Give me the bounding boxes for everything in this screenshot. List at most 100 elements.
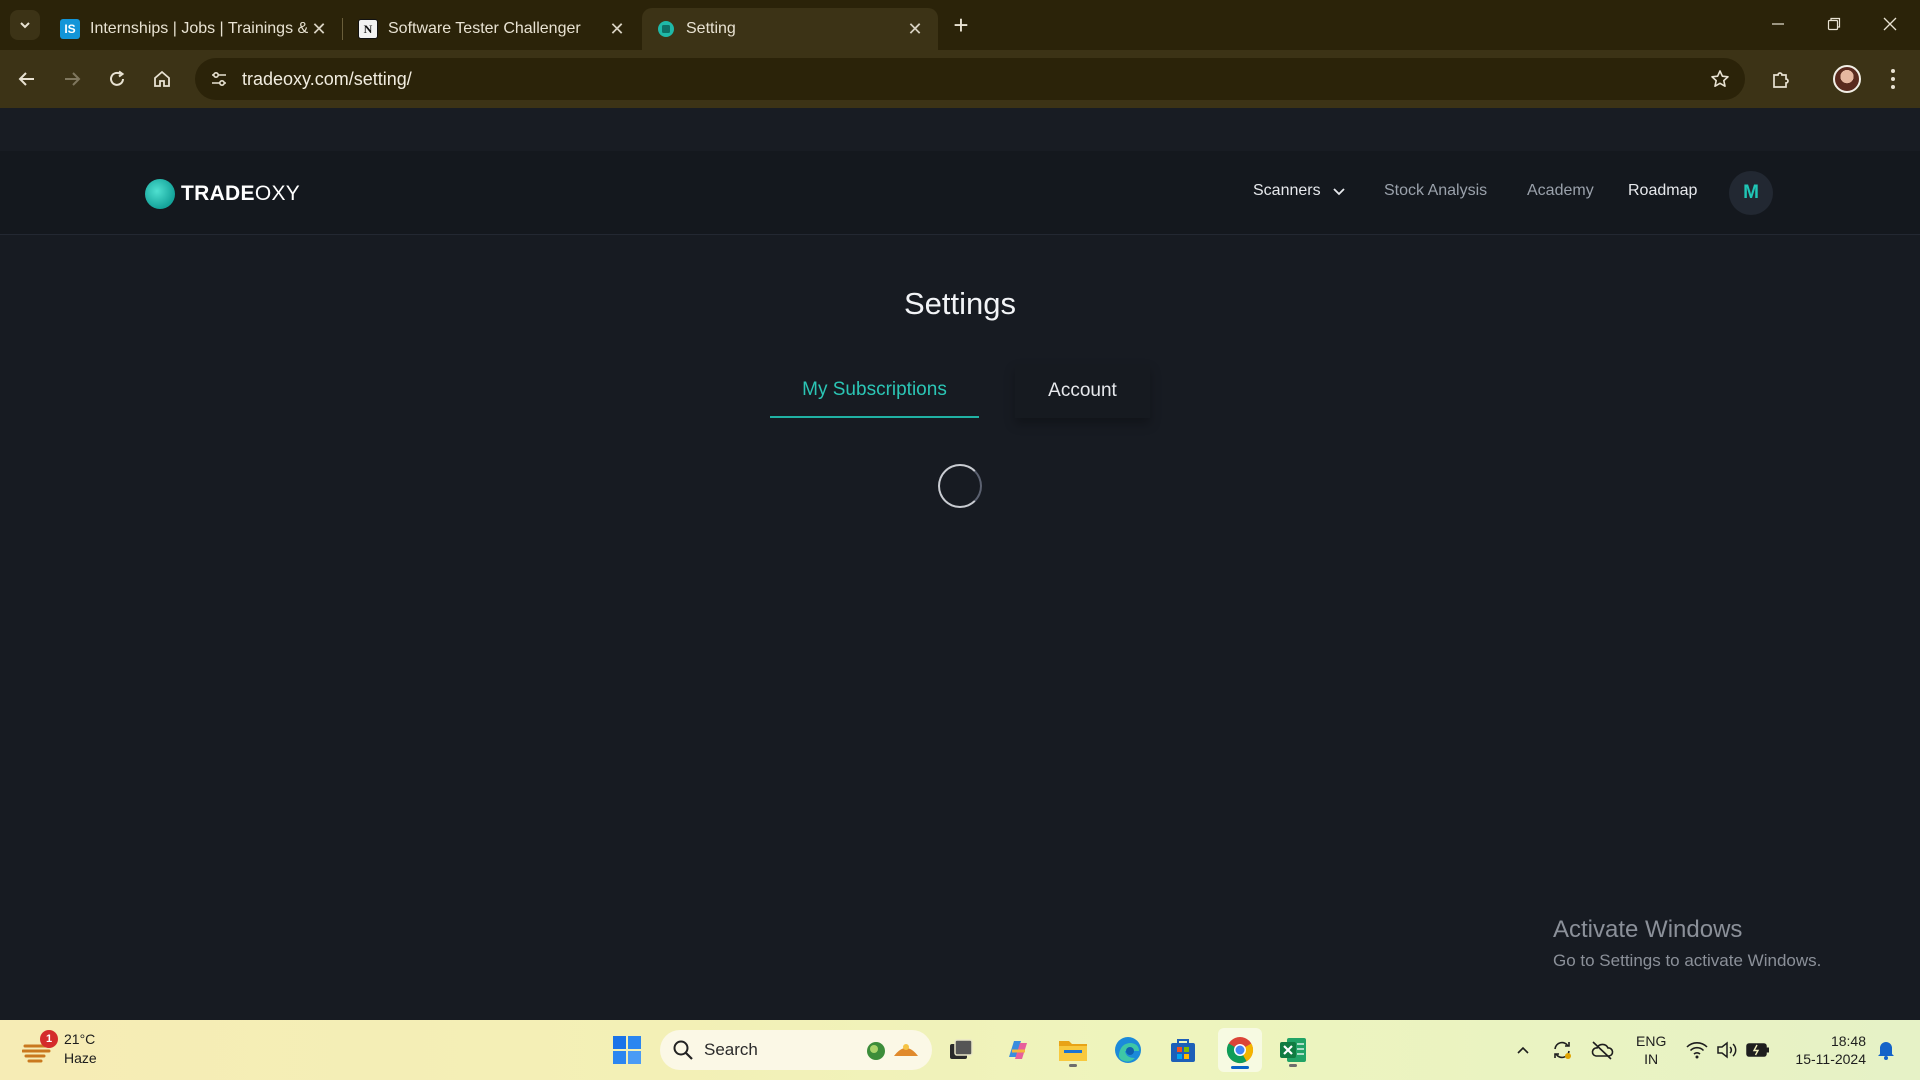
weather-widget[interactable]: 1 21°C Haze [21, 1030, 97, 1068]
tab-search-button[interactable] [10, 10, 40, 40]
restore-icon [1827, 17, 1841, 31]
copilot-button[interactable] [998, 1030, 1038, 1070]
loading-spinner [938, 464, 982, 508]
sync-icon [1554, 1041, 1571, 1059]
tab-title: Internships | Jobs | Trainings & E [90, 20, 308, 37]
notification-badge: 1 [40, 1030, 58, 1048]
extensions-button[interactable] [1764, 62, 1798, 96]
excel-button[interactable] [1273, 1030, 1313, 1070]
close-icon[interactable]: ✕ [904, 18, 926, 40]
tab-divider [342, 18, 343, 40]
browser-tab-internshala[interactable]: IS Internships | Jobs | Trainings & E ✕ [46, 8, 342, 50]
activate-windows-watermark: Activate Windows Go to Settings to activ… [1553, 916, 1821, 971]
weather-icon: 1 [21, 1030, 58, 1064]
edge-button[interactable] [1108, 1030, 1148, 1070]
window-close-button[interactable] [1862, 0, 1918, 48]
close-icon[interactable]: ✕ [606, 18, 628, 40]
chrome-icon [1226, 1037, 1254, 1064]
home-button[interactable] [145, 62, 179, 96]
running-indicator [1289, 1064, 1297, 1067]
home-icon [154, 70, 170, 87]
minimize-button[interactable] [1750, 0, 1806, 48]
chevron-up-icon [1517, 1046, 1529, 1054]
logo-text: TRADEOXY [181, 182, 301, 205]
restore-button[interactable] [1806, 0, 1862, 48]
top-strip [0, 108, 1920, 151]
forward-arrow-icon [65, 72, 81, 86]
minimize-icon [1772, 23, 1784, 25]
clock-date: 15-11-2024 [1795, 1051, 1866, 1067]
nav-stock-analysis[interactable]: Stock Analysis [1384, 182, 1487, 200]
tab-account[interactable]: Account [1015, 364, 1150, 418]
battery-charging-icon [1746, 1043, 1769, 1057]
bookmark-star-icon[interactable] [1707, 66, 1733, 92]
browser-toolbar: tradeoxy.com/setting/ [0, 50, 1920, 108]
bell-icon [1878, 1042, 1894, 1060]
search-highlight-icon [867, 1042, 918, 1060]
forward-button[interactable] [55, 62, 89, 96]
lang-line-2: IN [1644, 1051, 1659, 1067]
url-text[interactable]: tradeoxy.com/setting/ [242, 69, 412, 90]
notifications-button[interactable] [1874, 1034, 1898, 1066]
settings-tabs: My Subscriptions Account [770, 364, 1150, 418]
back-arrow-icon [18, 72, 34, 86]
nav-scanners[interactable]: Scanners [1253, 182, 1347, 200]
speaker-icon [1717, 1041, 1737, 1059]
site-info-icon[interactable] [205, 65, 233, 93]
wifi-icon [1686, 1042, 1708, 1059]
browser-tab-strip: IS Internships | Jobs | Trainings & E ✕ … [0, 0, 1920, 50]
battery-tray-button[interactable] [1744, 1034, 1772, 1066]
profile-button[interactable] [1830, 62, 1864, 96]
sync-tray-button[interactable] [1548, 1034, 1576, 1066]
start-button[interactable] [607, 1030, 647, 1070]
copilot-icon [1009, 1041, 1027, 1059]
browser-tab-notion[interactable]: N Software Tester Challenger ✕ [344, 8, 640, 50]
user-avatar[interactable]: M [1729, 171, 1773, 215]
weather-condition: Haze [64, 1050, 97, 1066]
internshala-favicon: IS [60, 19, 80, 39]
reload-button[interactable] [100, 62, 134, 96]
address-bar[interactable]: tradeoxy.com/setting/ [195, 58, 1745, 100]
task-view-button[interactable] [941, 1030, 981, 1070]
clock-time: 18:48 [1830, 1033, 1866, 1049]
nav-roadmap[interactable]: Roadmap [1628, 182, 1697, 200]
profile-avatar [1833, 65, 1861, 93]
excel-icon [1280, 1038, 1306, 1062]
windows-taskbar: 1 21°C Haze Search ENG IN 18:48 15-11-20… [0, 1020, 1920, 1080]
puzzle-icon [1773, 72, 1789, 88]
system-clock[interactable]: 18:48 15-11-2024 [1786, 1032, 1866, 1068]
tradeoxy-logo[interactable]: TRADEOXY [145, 179, 300, 209]
taskbar-search[interactable]: Search [660, 1030, 932, 1070]
task-view-icon [950, 1039, 973, 1059]
browser-tab-setting[interactable]: Setting ✕ [642, 8, 938, 50]
wifi-tray-button[interactable] [1684, 1034, 1710, 1066]
plus-icon: + [953, 9, 969, 40]
tab-my-subscriptions[interactable]: My Subscriptions [770, 364, 979, 418]
close-icon [1883, 17, 1897, 31]
new-tab-button[interactable]: + [946, 10, 976, 40]
back-button[interactable] [10, 62, 44, 96]
store-icon [1171, 1039, 1195, 1062]
search-icon [673, 1040, 693, 1060]
weather-temp: 21°C [64, 1031, 96, 1047]
notion-favicon: N [358, 19, 378, 39]
nav-label: Scanners [1253, 182, 1321, 199]
running-indicator [1231, 1066, 1249, 1069]
chrome-button[interactable] [1218, 1028, 1262, 1072]
nav-academy[interactable]: Academy [1527, 182, 1594, 200]
onedrive-tray-button[interactable] [1588, 1034, 1616, 1066]
tab-title: Setting [686, 20, 736, 37]
browser-menu-button[interactable] [1876, 62, 1910, 96]
logo-mark-icon [145, 179, 175, 209]
windows-logo-icon [613, 1036, 641, 1064]
file-explorer-button[interactable] [1053, 1030, 1093, 1070]
volume-tray-button[interactable] [1714, 1034, 1740, 1066]
file-explorer-icon [1059, 1041, 1087, 1061]
show-hidden-icons-button[interactable] [1510, 1034, 1536, 1066]
close-icon[interactable]: ✕ [308, 18, 330, 40]
tradeoxy-favicon [656, 19, 676, 39]
search-label: Search [704, 1040, 758, 1059]
input-language-indicator[interactable]: ENG IN [1636, 1032, 1666, 1068]
store-button[interactable] [1163, 1030, 1203, 1070]
more-vertical-icon [1891, 69, 1895, 89]
